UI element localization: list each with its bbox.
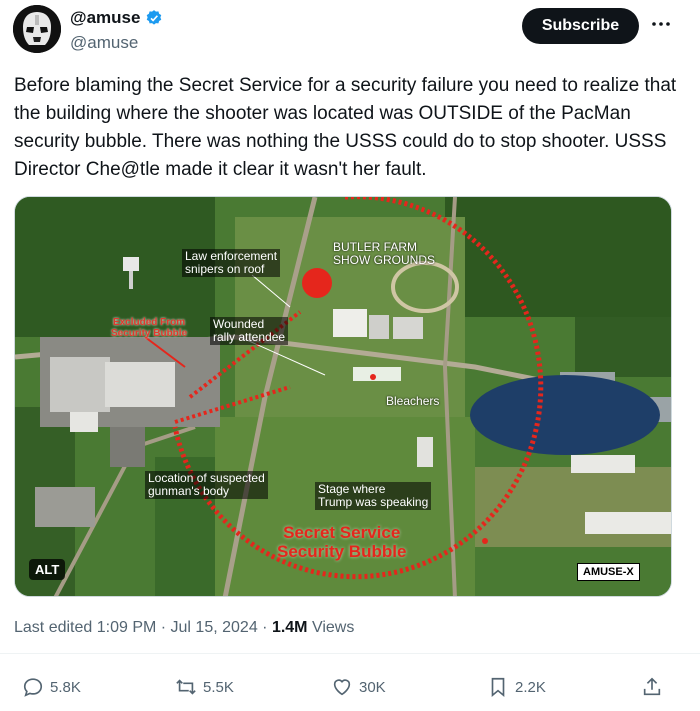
reply-count: 5.8K [50, 678, 81, 696]
action-bar: 5.8K 5.5K 30K 2.2K [0, 672, 700, 708]
reply-icon [23, 678, 43, 697]
label-bleachers: Bleachers [386, 394, 440, 408]
label-stage: Stage where Trump was speaking [315, 482, 432, 510]
label-wounded: Wounded rally attendee [210, 317, 289, 345]
views-label: Views [307, 619, 355, 636]
display-name-text: @amuse [70, 8, 141, 27]
avatar[interactable] [13, 5, 61, 53]
subscribe-button[interactable]: Subscribe [522, 8, 639, 44]
tweet-image[interactable]: Law enforcement snipers on roof BUTLER F… [14, 196, 672, 597]
stormtrooper-avatar-icon [13, 5, 61, 53]
display-name[interactable]: @amuse [70, 8, 163, 28]
label-law-enforcement: Law enforcement snipers on roof [182, 249, 281, 277]
watermark-logo: AMUSE-X [577, 563, 640, 581]
label-excluded: Excluded From Security Bubble [111, 317, 188, 339]
handle[interactable]: @amuse [70, 33, 138, 53]
repost-button[interactable]: 5.5K [175, 676, 234, 698]
bookmark-count: 2.2K [515, 678, 546, 696]
tweet-meta: Last edited 1:09 PM · Jul 15, 2024 · 1.4… [14, 619, 354, 637]
views-count: 1.4M [271, 619, 308, 636]
divider [0, 653, 700, 654]
label-security-bubble: Secret Service Security Bubble [277, 523, 407, 561]
share-icon [643, 677, 661, 696]
alt-badge[interactable]: ALT [29, 559, 66, 580]
repost-icon [176, 679, 196, 695]
edited-timestamp[interactable]: Last edited 1:09 PM · Jul 15, 2024 · [14, 619, 272, 636]
label-gunman: Location of suspected gunman's body [145, 471, 268, 499]
heart-icon [333, 679, 351, 696]
repost-count: 5.5K [203, 678, 234, 696]
bookmark-icon [491, 677, 505, 698]
like-count: 30K [359, 678, 386, 696]
tweet-text: Before blaming the Secret Service for a … [14, 75, 677, 180]
label-butler-farm: BUTLER FARM SHOW GROUNDS [333, 240, 435, 267]
reply-button[interactable]: 5.8K [22, 676, 81, 698]
like-button[interactable]: 30K [331, 676, 386, 698]
verified-badge-icon [147, 10, 162, 25]
more-horizontal-icon[interactable] [649, 12, 673, 36]
share-button[interactable] [641, 676, 663, 698]
bookmark-button[interactable]: 2.2K [487, 676, 546, 698]
